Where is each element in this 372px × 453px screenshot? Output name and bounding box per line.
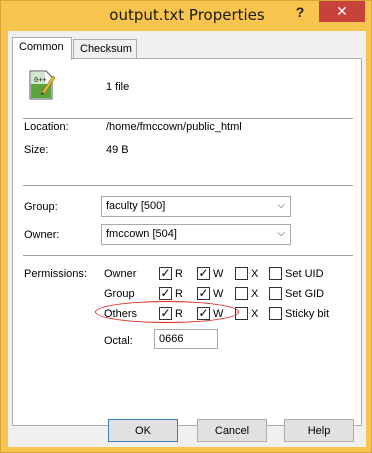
divider <box>23 185 353 186</box>
ok-button[interactable]: OK <box>108 419 178 442</box>
properties-window: output.txt Properties ? ✕ Common Checksu… <box>0 0 372 453</box>
set-uid-label: Set UID <box>285 268 324 280</box>
location-label: Location: <box>24 121 69 133</box>
group-label: Group: <box>24 201 58 213</box>
tab-checksum[interactable]: Checksum <box>73 39 137 59</box>
common-panel: 0++ 1 file Location: /home/fmccown/publi… <box>12 58 362 426</box>
group-execute-checkbox[interactable] <box>235 287 248 300</box>
perm-row-owner-label: Owner <box>104 268 137 280</box>
permissions-label: Permissions: <box>24 268 87 280</box>
svg-text:0++: 0++ <box>34 76 47 84</box>
set-uid-checkbox[interactable] <box>269 267 282 280</box>
close-button[interactable]: ✕ <box>319 1 365 22</box>
group-read-checkbox[interactable]: ✓ <box>159 287 172 300</box>
execute-label: X <box>251 308 259 320</box>
write-label: W <box>213 268 224 280</box>
size-label: Size: <box>24 144 49 156</box>
tab-common[interactable]: Common <box>12 37 72 60</box>
owner-select[interactable]: fmccown [504] ⌵ <box>101 224 291 245</box>
location-value: /home/fmccown/public_html <box>106 121 242 133</box>
window-title: output.txt Properties <box>109 6 265 24</box>
title-bar: output.txt Properties ? ✕ <box>1 1 372 31</box>
highlight-annotation <box>95 301 239 323</box>
set-gid-label: Set GID <box>285 288 325 300</box>
chevron-down-icon: ⌵ <box>277 200 285 211</box>
file-count: 1 file <box>106 81 130 93</box>
octal-value: 0666 <box>159 333 184 345</box>
octal-input[interactable]: 0666 <box>154 329 218 349</box>
divider <box>23 118 353 119</box>
write-label: W <box>213 288 224 300</box>
text-file-icon: 0++ <box>28 70 56 100</box>
owner-write-checkbox[interactable]: ✓ <box>197 267 210 280</box>
divider <box>23 255 353 256</box>
help-button[interactable]: Help <box>284 419 354 442</box>
owner-label: Owner: <box>24 229 60 241</box>
read-label: R <box>175 268 183 280</box>
execute-label: X <box>251 288 259 300</box>
cancel-button[interactable]: Cancel <box>197 419 267 442</box>
sticky-bit-label: Sticky bit <box>285 308 330 320</box>
owner-read-checkbox[interactable]: ✓ <box>159 267 172 280</box>
group-write-checkbox[interactable]: ✓ <box>197 287 210 300</box>
group-select[interactable]: faculty [500] ⌵ <box>101 196 291 217</box>
help-icon[interactable]: ? <box>290 4 310 22</box>
chevron-down-icon: ⌵ <box>277 228 285 239</box>
sticky-bit-checkbox[interactable] <box>269 307 282 320</box>
read-label: R <box>175 288 183 300</box>
owner-select-value: fmccown [504] <box>106 228 177 240</box>
execute-label: X <box>251 268 259 280</box>
group-select-value: faculty [500] <box>106 200 166 212</box>
perm-row-group-label: Group <box>104 288 135 300</box>
dialog-client: Common Checksum 0++ 1 file Location: /ho… <box>8 31 366 447</box>
owner-execute-checkbox[interactable] <box>235 267 248 280</box>
size-value: 49 B <box>106 144 129 156</box>
set-gid-checkbox[interactable] <box>269 287 282 300</box>
octal-label: Octal: <box>104 335 133 347</box>
